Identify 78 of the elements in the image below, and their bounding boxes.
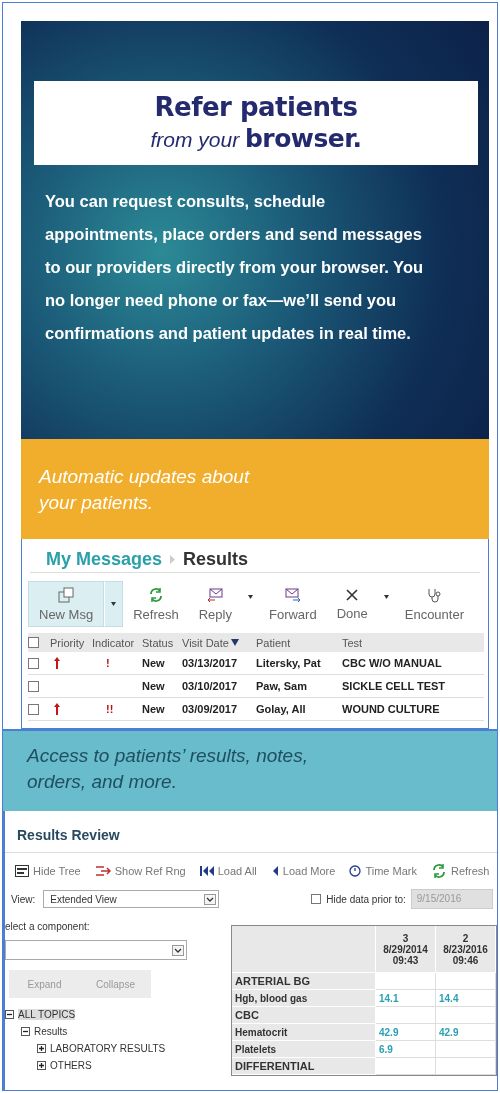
table-cell: New	[142, 657, 165, 669]
toolbar-button[interactable]: Refresh	[123, 581, 189, 627]
toolbar-button[interactable]: Hide Tree	[15, 863, 81, 879]
table-cell: 03/13/2017	[182, 657, 238, 669]
description-text: You can request consults, schedule appointments, place orders and send messages to our providers directly from your browser. You no longer need phone or fax—we’ll send you confirmations and patient updates in real time.	[45, 191, 425, 344]
value-cell: 14.1	[376, 990, 436, 1007]
value-cell: 42.9	[376, 1024, 436, 1041]
value-cell: 6.9	[376, 1041, 436, 1058]
caret-icon	[247, 595, 253, 599]
toolbar-button[interactable]: Time Mark	[349, 863, 417, 879]
table-cell: New	[142, 680, 165, 692]
subheadline: from your browser.	[150, 124, 362, 153]
checkbox[interactable]	[311, 894, 322, 904]
toolbar-button[interactable]: New Msg	[28, 581, 105, 627]
skip-back-icon	[199, 866, 214, 876]
close-icon	[345, 587, 360, 602]
row-label: Hgb, blood gas	[232, 990, 376, 1007]
sort-down-icon	[230, 639, 239, 646]
table-cell: Paw, Sam	[256, 680, 307, 692]
tree-item[interactable]: ALL TOPICS	[18, 1009, 76, 1020]
table-cell: Litersky, Pat	[256, 657, 321, 669]
panel-title: Results Review	[5, 811, 497, 853]
toolbar-button[interactable]: Refresh	[430, 863, 490, 879]
tree-item[interactable]: Results	[34, 1026, 68, 1037]
chevron-icon	[170, 555, 176, 564]
alert-indicator: !	[106, 657, 110, 669]
caret-icon	[383, 595, 389, 599]
row-label: Platelets	[232, 1041, 376, 1058]
stethoscope-icon	[426, 586, 443, 603]
chevron-down-icon	[172, 944, 184, 956]
tree-item[interactable]: OTHERS	[50, 1060, 92, 1071]
row-checkbox[interactable]	[28, 703, 39, 715]
envelope-arrow-icon	[284, 586, 301, 603]
table-cell: 03/09/2017	[182, 703, 238, 715]
clock-icon	[349, 865, 362, 877]
envelope-arrow-icon	[207, 586, 224, 603]
refresh-icon	[147, 586, 164, 603]
refresh-icon	[430, 863, 447, 879]
breadcrumb-link[interactable]: Results	[183, 549, 249, 570]
toolbar-button[interactable]: Encounter	[394, 581, 474, 627]
checkbox-label: Hide data prior to:	[326, 893, 406, 905]
table-cell: WOUND CULTURE	[342, 703, 440, 715]
alert-indicator: !!	[106, 703, 114, 715]
chevron-down-icon	[204, 893, 217, 905]
tagline: Access to patients’ results, notes, orders, and more.	[27, 744, 309, 794]
documents-icon	[58, 586, 75, 603]
toolbar-button[interactable]: Forward	[258, 581, 327, 627]
list-icon	[15, 865, 29, 877]
group-label: ARTERIAL BG	[232, 973, 376, 990]
toolbar-button[interactable]: Reply	[188, 581, 242, 627]
value-cell: 42.9	[436, 1024, 496, 1041]
range-arrow-icon	[94, 865, 111, 877]
headline: Refer patients	[154, 92, 358, 122]
caret-icon	[111, 602, 117, 606]
row-checkbox[interactable]	[28, 657, 39, 669]
table-cell: 03/10/2017	[182, 680, 238, 692]
group-label: DIFFERENTIAL	[232, 1058, 376, 1075]
table-cell: SICKLE CELL TEST	[342, 680, 446, 692]
value-cell: 14.4	[436, 990, 496, 1007]
field-label: View:	[11, 893, 36, 905]
field-label: elect a component:	[5, 921, 91, 932]
component-dropdown[interactable]	[5, 940, 187, 960]
table-cell: Golay, All	[256, 703, 306, 715]
select-all-checkbox[interactable]	[28, 637, 39, 648]
tree-item[interactable]: LABORATORY RESULTS	[50, 1043, 166, 1054]
row-label: Hematocrit	[232, 1024, 376, 1041]
row-checkbox[interactable]	[28, 680, 39, 692]
toolbar-button[interactable]: Load All	[199, 863, 257, 879]
column-header[interactable]: Test	[342, 636, 363, 649]
toolbar-button[interactable]: Done	[326, 581, 378, 627]
view-dropdown[interactable]: Extended View	[43, 890, 220, 908]
table-cell: CBC W/O MANUAL	[342, 657, 442, 669]
breadcrumb-link[interactable]: My Messages	[46, 549, 163, 570]
toolbar-button[interactable]: Show Ref Rng	[94, 863, 186, 879]
group-label: CBC	[232, 1007, 376, 1024]
tagline: Automatic updates about your patients.	[39, 465, 251, 515]
table-cell: New	[142, 703, 165, 715]
toolbar-button[interactable]: Load More	[270, 863, 336, 879]
